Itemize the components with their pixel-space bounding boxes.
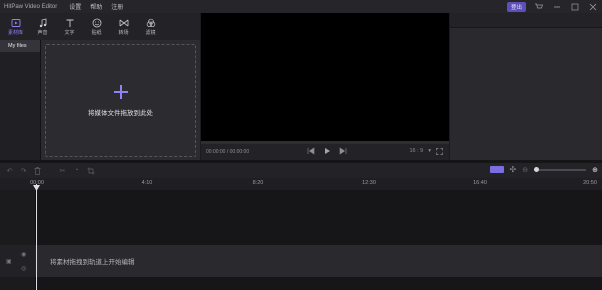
- zoom-out-icon[interactable]: ⊖: [522, 166, 528, 174]
- preview-progress-bar[interactable]: [201, 141, 449, 144]
- aspect-ratio-select[interactable]: 16 : 9: [409, 148, 423, 155]
- previous-frame-icon[interactable]: [307, 147, 315, 155]
- zoom-slider[interactable]: [534, 166, 587, 172]
- tab-text[interactable]: 文字: [58, 13, 81, 40]
- volume-icon[interactable]: ◎: [21, 265, 26, 272]
- preview-time: 00:00:00 / 00:00:00: [206, 149, 250, 155]
- drop-hint: 将媒体文件拖放到此处: [88, 109, 153, 117]
- ruler-label: 12:30: [362, 180, 376, 186]
- tab-audio[interactable]: 声音: [31, 13, 54, 40]
- sidebar-item-my-files[interactable]: My files: [0, 40, 40, 52]
- play-icon[interactable]: [323, 147, 331, 155]
- cart-icon[interactable]: [534, 2, 544, 12]
- menu-settings[interactable]: 设置: [69, 2, 81, 11]
- media-panel: 将媒体文件拖放到此处: [41, 40, 200, 160]
- media-icon: [11, 18, 20, 27]
- tab-label: 贴纸: [91, 29, 102, 36]
- add-icon[interactable]: [113, 84, 128, 99]
- text-icon: [66, 19, 73, 27]
- app-title: HitPaw Video Editor: [4, 3, 58, 10]
- delete-icon[interactable]: [33, 166, 42, 175]
- undo-icon[interactable]: ↶: [5, 166, 14, 175]
- title-bar: HitPaw Video Editor 设置 帮助 注册 登出: [0, 0, 602, 13]
- preview-controls: 00:00:00 / 00:00:00 16 : 9 ▾: [201, 141, 449, 160]
- eye-icon[interactable]: ◉: [21, 251, 26, 258]
- track-lock-icon[interactable]: ▣: [6, 258, 12, 265]
- redo-icon[interactable]: ↷: [19, 166, 28, 175]
- snap-icon[interactable]: ✣: [510, 165, 517, 174]
- media-sidebar: My files: [0, 40, 41, 160]
- transition-icon: [119, 19, 128, 26]
- ruler-label: 4:10: [141, 180, 153, 186]
- zoom-in-icon[interactable]: ⊕: [592, 166, 598, 174]
- track-hint: 将素材拖拽到轨道上开始编辑: [50, 259, 135, 266]
- properties-header: [450, 13, 602, 28]
- timeline-toolbar: ↶ ↷ ✂ ◔ ✣ ⊖ ⊕: [0, 163, 602, 178]
- fullscreen-icon[interactable]: [436, 148, 443, 155]
- logout-button[interactable]: 登出: [506, 1, 526, 12]
- crop-icon[interactable]: [86, 166, 95, 175]
- main-track[interactable]: 将素材拖拽到轨道上开始编辑: [36, 245, 602, 277]
- tab-label: 转场: [118, 29, 129, 36]
- ruler-label: 20:50: [583, 180, 597, 186]
- window-controls: 登出: [506, 0, 598, 13]
- tab-transition[interactable]: 转场: [112, 13, 135, 40]
- tab-filter[interactable]: 滤镜: [139, 13, 162, 40]
- split-icon[interactable]: ✂: [58, 166, 67, 175]
- tab-media[interactable]: 素材库: [4, 13, 27, 40]
- playback-buttons: [307, 147, 347, 155]
- tab-label: 滤镜: [145, 29, 156, 36]
- chevron-down-icon[interactable]: ▾: [428, 148, 431, 155]
- timeline-zoom-controls: ✣ ⊖ ⊕: [489, 165, 598, 174]
- speed-icon[interactable]: ◔: [72, 166, 81, 175]
- media-dropzone[interactable]: 将媒体文件拖放到此处: [45, 44, 196, 157]
- tab-sticker[interactable]: 贴纸: [85, 13, 108, 40]
- minimize-icon[interactable]: [552, 2, 562, 12]
- ruler-label: 8:20: [252, 180, 264, 186]
- next-frame-icon[interactable]: [339, 147, 347, 155]
- maximize-icon[interactable]: [570, 2, 580, 12]
- tab-label: 文字: [64, 29, 75, 36]
- properties-panel: [450, 13, 602, 160]
- menu-help[interactable]: 帮助: [90, 2, 102, 11]
- zoom-slider-knob[interactable]: [534, 166, 540, 172]
- video-preview: 00:00:00 / 00:00:00 16 : 9 ▾: [201, 13, 449, 160]
- tab-label: 声音: [37, 29, 48, 36]
- preview-right-controls: 16 : 9 ▾: [409, 148, 443, 155]
- magnet-icon[interactable]: [489, 166, 504, 173]
- playhead[interactable]: [36, 184, 37, 290]
- timeline-ruler[interactable]: 00:00 4:10 8:20 12:30 16:40 20:50: [0, 178, 602, 190]
- music-icon: [39, 17, 46, 27]
- sticker-icon: [92, 18, 101, 27]
- main-track-header: ▣ ◉ ◎: [0, 245, 36, 277]
- menu-register[interactable]: 注册: [111, 2, 123, 11]
- menu-bar: 设置 帮助 注册: [69, 2, 123, 11]
- close-icon[interactable]: [588, 2, 598, 12]
- tab-label: 素材库: [7, 29, 23, 36]
- tool-tabs: 素材库 声音 文字 贴纸 转场 滤镜: [0, 13, 200, 40]
- filter-icon: [146, 18, 155, 27]
- ruler-label: 16:40: [473, 180, 487, 186]
